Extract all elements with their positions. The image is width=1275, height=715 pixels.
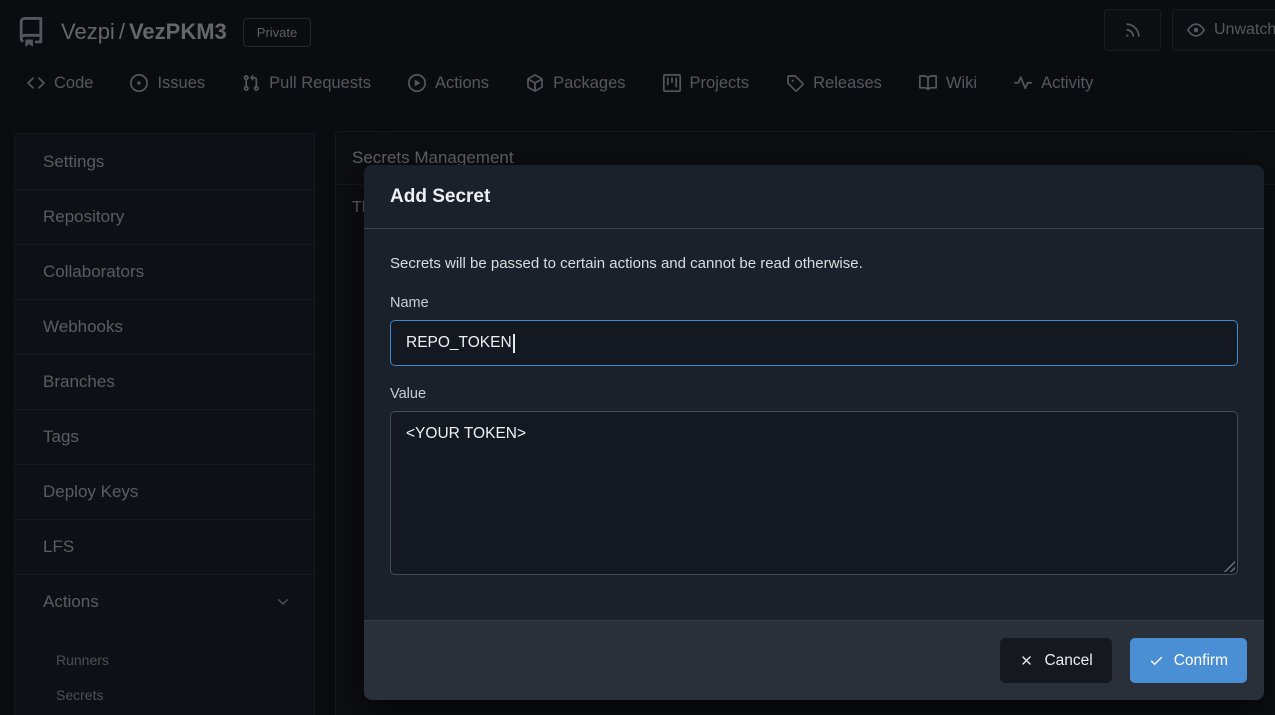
add-secret-modal: Add Secret Secrets will be passed to cer… [364,165,1264,700]
cancel-label: Cancel [1044,652,1092,670]
value-field-label: Value [390,386,1238,402]
x-icon [1019,653,1034,668]
modal-description: Secrets will be passed to certain action… [390,255,1238,272]
text-caret [513,334,515,353]
secret-name-value: REPO_TOKEN [406,334,512,352]
page: Vezpi / VezPKM3 Private Unwatch Code Iss… [0,0,1275,715]
secret-value-text: <YOUR TOKEN> [406,425,526,442]
modal-body: Secrets will be passed to certain action… [364,229,1264,575]
textarea-resize-handle[interactable] [1222,559,1235,572]
name-field-label: Name [390,295,1238,311]
confirm-button[interactable]: Confirm [1130,638,1247,683]
modal-title: Add Secret [364,165,1264,229]
secret-value-textarea[interactable]: <YOUR TOKEN> [390,411,1238,575]
cancel-button[interactable]: Cancel [1000,638,1111,683]
confirm-label: Confirm [1174,652,1228,670]
modal-footer: Cancel Confirm [364,620,1264,700]
check-icon [1149,653,1164,668]
secret-name-input[interactable]: REPO_TOKEN [390,320,1238,366]
